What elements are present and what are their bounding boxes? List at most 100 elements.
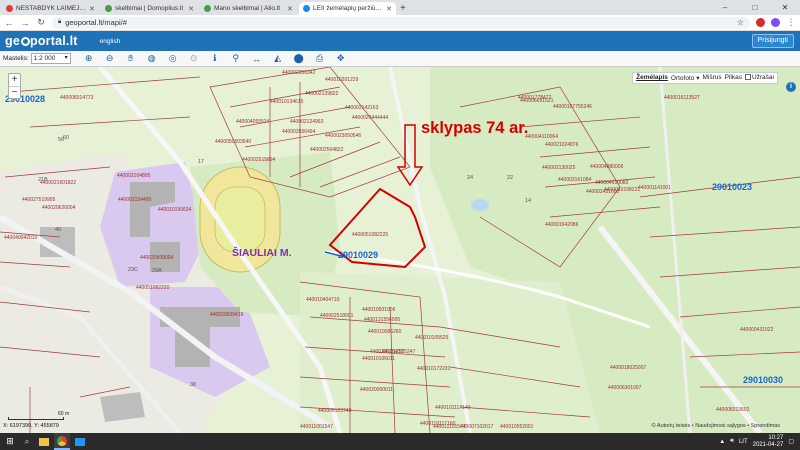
maximize-button[interactable]: □ [740,0,770,15]
parcel-id-label: 440007102017 [460,424,494,430]
start-button[interactable]: ⊞ [0,433,20,450]
clock[interactable]: 10:27 2021-04-27 [753,435,784,449]
file-explorer-icon[interactable] [36,433,52,450]
parcel-id-label: 440010404710 [306,297,340,303]
tab-title: NESTABDYK LAIMĖJIMŲ! Ža [16,5,86,12]
browser-tab[interactable]: NESTABDYK LAIMĖJIMŲ! Ža✕ [2,2,99,15]
parcel-id-label: 4400131556005 [364,317,401,323]
layer-pilkas[interactable]: Pilkas [725,74,742,82]
lot-number-label: 38 [190,382,197,388]
new-tab-button[interactable]: + [400,2,406,15]
tab-close-icon[interactable]: ✕ [386,5,392,13]
print-icon[interactable]: ⎙ [310,53,330,64]
logo-o-icon [20,37,30,46]
back-icon[interactable]: ← [4,18,14,28]
tab-close-icon[interactable]: ✕ [287,5,293,13]
layer-misrus[interactable]: Mišrus [702,74,721,82]
tab-favicon-icon [303,5,310,12]
extent-icon[interactable]: ⊙ [184,53,204,64]
lot-number-label: 21B [38,177,48,183]
settings-icon[interactable]: ✥ [331,53,351,64]
parcel-id-label: 440021024876 [545,142,579,148]
link-icon[interactable]: ⚲ [226,53,246,64]
photos-icon[interactable] [72,433,88,450]
map-svg [0,67,800,433]
tab-title: LEII žemėlapių peržiūros progra [313,5,384,12]
map-zoom-out-button[interactable]: − [9,86,20,98]
parcel-id-label: 440011001547 [300,424,333,430]
annotation-label: sklypas 74 ar. [421,119,529,137]
parcel-id-label: 440010552001 [500,424,534,430]
parcel-id-label: 440002130025 [542,165,576,171]
layer-ortofoto[interactable]: Ortofoto ▾ [671,74,700,82]
parcel-id-label: 440006651521 [520,98,554,104]
tab-close-icon[interactable]: ✕ [89,5,95,13]
parcel-id-label: 4400051082225 [352,232,389,238]
parcel-id-label: 440010106011 [362,356,395,362]
browser-tab[interactable]: Mano skelbimai | Alio.lt ✕ [200,2,297,15]
parcel-id-label: 440010201229 [325,77,359,83]
bookmark-star-icon[interactable]: ☆ [737,18,744,27]
parcel-id-label: 4400101117140 [435,405,471,411]
tab-favicon-icon [105,5,112,12]
keyboard-language[interactable]: LIT [739,439,748,445]
parcel-id-label: 440004110064 [525,134,558,140]
map-canvas[interactable]: 440002050342 440010201229 440002129822 4400… [0,67,800,433]
geoportal-logo[interactable]: ge portal.lt [5,34,78,48]
layer-uzrasai[interactable]: Užrašai [744,74,774,82]
block-id-label: 29010023 [712,182,753,192]
forward-icon[interactable]: → [20,18,30,28]
address-bar: ← → ↻ 🔒︎ geoportal.lt/mapi/# ☆ ⋮ [0,15,800,31]
extension-opera-icon[interactable] [756,18,765,27]
map-toolbar: Mastelis : 1:2 000 ⊕ ⊖ ✋︎ ◍ ◎ ⊙ ℹ ⚲ ↔ ◭ … [0,51,800,67]
checkbox-icon[interactable] [744,74,751,80]
parcel-id-label: 440001141001 [638,185,671,191]
map-zoom-in-button[interactable]: + [9,74,20,86]
parcel-id-label: 440051082220 [136,285,170,291]
browser-menu-icon[interactable]: ⋮ [786,17,796,28]
measure-icon[interactable]: ↔ [247,54,267,64]
profile-avatar-icon[interactable] [771,18,780,27]
lot-number-label: 14 [525,198,532,204]
parcel-id-label: 4400018025007 [610,365,647,371]
layer-zemelapis[interactable]: Žemėlapis [636,74,668,82]
copyright-text[interactable]: © Autorių teisės • Naudojimosi sąlygos •… [652,423,780,429]
parcel-id-label: 440010501006 [362,307,396,313]
parcel-id-label: 440002451602 [586,189,620,195]
zoom-in-icon[interactable]: ⊕ [79,53,99,64]
volume-icon[interactable]: 🔊︎ [730,438,734,445]
parcel-id-label: 440002515894 [242,157,276,163]
pan-icon[interactable]: ✋︎ [121,53,141,64]
profile-icon[interactable]: ◭ [268,53,288,64]
language-link[interactable]: english [100,38,121,45]
browser-tab[interactable]: LEII žemėlapių peržiūros progra✕ [299,2,396,15]
login-button[interactable]: Prisijungti [751,34,794,48]
parcel-id-label: 440002564822 [310,147,344,153]
scale-select[interactable]: 1:2 000 [30,53,71,64]
minimize-button[interactable]: – [710,0,740,15]
parcel-id-label: 440040042010 [4,235,38,241]
export-icon[interactable]: ⬤ [289,53,309,64]
reload-icon[interactable]: ↻ [36,17,46,28]
notifications-icon[interactable]: ▢ [788,438,794,445]
chrome-icon[interactable] [54,433,70,450]
network-icon[interactable]: ▲ [719,439,725,445]
search-icon[interactable]: ⌕ [20,437,34,447]
browser-tab[interactable]: skelbimai | Domoplius.lt ✕ [101,2,198,15]
info-icon[interactable]: ℹ [205,53,225,64]
map-info-button[interactable]: i [786,82,796,92]
close-window-button[interactable]: ✕ [770,0,800,15]
target-icon[interactable]: ◎ [163,53,183,64]
zoom-out-icon[interactable]: ⊖ [100,53,120,64]
globe-icon[interactable]: ◍ [142,53,162,64]
tab-close-icon[interactable]: ✕ [188,5,194,13]
url-field[interactable]: 🔒︎ geoportal.lt/mapi/# ☆ [52,16,750,29]
tab-title: Mano skelbimai | Alio.lt [214,5,280,12]
tab-favicon-icon [6,5,13,12]
parcel-id-label: 440006301007 [608,385,642,391]
parcel-id-label: 440010085260 [368,329,402,335]
geoportal-header: ge portal.lt english Prisijungti [0,31,800,51]
zoom-control: + − [8,73,21,99]
parcel-id-label: 440001642086 [545,222,579,228]
tab-title: skelbimai | Domoplius.lt [115,5,184,12]
